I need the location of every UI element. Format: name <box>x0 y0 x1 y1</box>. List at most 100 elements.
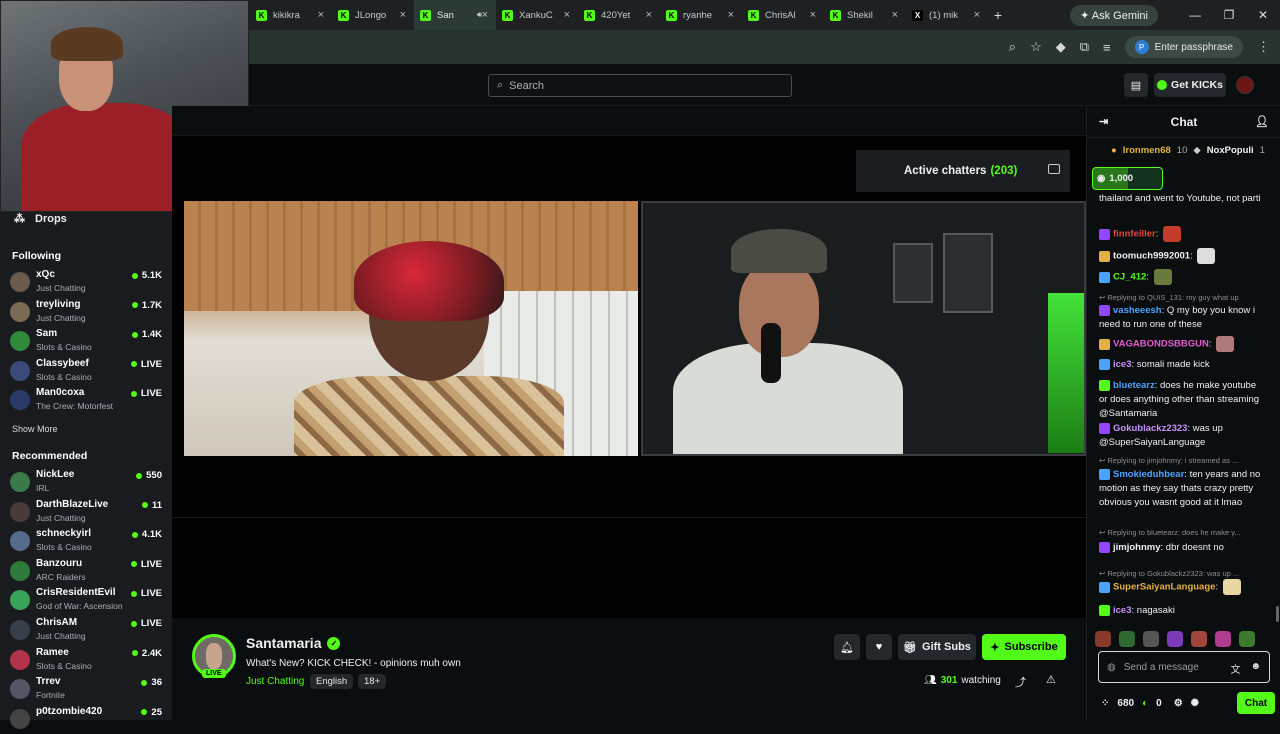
chat-colon: : <box>1155 228 1162 240</box>
sidebar-channel-chrisam[interactable]: ChrisAM Just Chatting LIVE <box>10 615 162 645</box>
chat-username[interactable]: Smokieduhbear <box>1113 469 1184 480</box>
chat-username[interactable]: vasheeesh <box>1113 305 1162 316</box>
sidebar-channel-banzouru[interactable]: Banzouru ARC Raiders LIVE <box>10 556 162 586</box>
new-tab-button[interactable]: + <box>988 7 1008 23</box>
subscribe-button[interactable]: ✦ Subscribe <box>982 634 1066 660</box>
gift-subs-button[interactable]: 🎁︎ Gift Subs <box>898 634 976 660</box>
sidebar-channel-xqc[interactable]: xQc Just Chatting 5.1K <box>10 267 162 297</box>
search-input[interactable]: ⌕ Search <box>488 74 792 97</box>
media-control-icon[interactable]: ≡ <box>1103 40 1111 55</box>
browser-tab[interactable]: X (1) mik × <box>906 0 988 30</box>
chat-username[interactable]: ice3 <box>1113 605 1132 616</box>
viewer-count-value: 2.4K <box>141 647 162 659</box>
browser-tab[interactable]: K ChrisAl × <box>742 0 824 30</box>
second-gifter-name[interactable]: NoxPopuli <box>1207 145 1254 156</box>
chat-username[interactable]: bluetearz <box>1113 380 1155 391</box>
emote[interactable] <box>1095 631 1111 647</box>
tab-close-icon[interactable]: × <box>482 9 488 21</box>
chat-username[interactable]: finnfeiller <box>1113 229 1156 240</box>
browser-tab[interactable]: K San 🔊︎ × <box>414 0 496 30</box>
emote[interactable] <box>1215 631 1231 647</box>
sidebar-channel-ramee[interactable]: Ramee Slots & Casino 2.4K <box>10 645 162 675</box>
browser-tab[interactable]: Kryanhe × <box>660 0 742 30</box>
share-icon[interactable]: ⤴ <box>1015 674 1026 690</box>
chat-message-input[interactable]: ◍ Send a message 文 ☻ <box>1098 651 1270 683</box>
chat-scrollbar[interactable] <box>1276 606 1279 622</box>
extension-diamond-icon[interactable]: ◆ <box>1056 39 1066 55</box>
emote[interactable] <box>1191 631 1207 647</box>
send-chat-button[interactable]: Chat <box>1237 692 1275 714</box>
settings-gear-icon[interactable]: ⚙ <box>1174 698 1183 709</box>
tab-close-icon[interactable]: × <box>810 9 816 21</box>
drops-link[interactable]: ⁂ Drops <box>14 212 67 226</box>
chat-tools-icon[interactable]: ✺ <box>1191 698 1199 709</box>
tab-close-icon[interactable]: × <box>892 9 898 21</box>
sidebar-channel-schneckyirl[interactable]: schneckyirl Slots & Casino 4.1K <box>10 526 162 556</box>
emoji-icon[interactable]: ☻ <box>1250 661 1261 676</box>
top-gifter-name[interactable]: Ironmen68 <box>1123 145 1171 156</box>
chat-username[interactable]: ice3 <box>1113 359 1132 370</box>
sidebar-channel-treyliving[interactable]: treyliving Just Chatting 1.7K <box>10 297 162 327</box>
channel-points[interactable]: 0 <box>1156 698 1162 709</box>
browser-tab[interactable]: K 420Yet × <box>578 0 660 30</box>
channel-name[interactable]: Santamaria <box>246 635 321 651</box>
tag-mature[interactable]: 18+ <box>358 674 387 689</box>
stream-category-link[interactable]: Just Chatting <box>246 676 304 687</box>
active-chatters-panel[interactable]: Active chatters (203) <box>856 150 1070 192</box>
kicks-goal-badge[interactable]: ◉ 1,000 <box>1092 167 1163 190</box>
browser-tab[interactable]: Kkikikra × <box>250 0 332 30</box>
chat-username[interactable]: VAGABONDSBBGUN <box>1113 339 1209 350</box>
zoom-icon[interactable]: ⌕ <box>1009 39 1016 55</box>
tab-close-icon[interactable]: × <box>974 9 980 21</box>
browser-tab[interactable]: K Shekil × <box>824 0 906 30</box>
emote[interactable] <box>1119 631 1135 647</box>
chat-username[interactable]: SuperSaiyanLanguage <box>1113 582 1215 593</box>
tab-close-icon[interactable]: × <box>564 9 570 21</box>
maximize-button[interactable]: ❐ <box>1212 8 1246 22</box>
translate-icon[interactable]: 文 <box>1230 661 1240 676</box>
avatar <box>10 708 30 729</box>
follow-button[interactable]: ♥ <box>866 634 892 660</box>
sidebar-channel-p0tzombie420[interactable]: p0tzombie420 25 <box>10 704 162 734</box>
sidebar-channel-crisresidentevil[interactable]: CrisResidentEvil God of War: Ascension LIV… <box>10 585 162 615</box>
collapse-chat-icon[interactable]: ⇥ <box>1099 115 1108 128</box>
ask-gemini-button[interactable]: ✦ Ask Gemini <box>1070 4 1158 26</box>
sidebar-channel-nicklee[interactable]: NickLee IRL 550 <box>10 467 162 497</box>
user-avatar[interactable] <box>1236 76 1254 94</box>
tab-close-icon[interactable]: × <box>728 9 734 21</box>
report-icon[interactable]: ⚠ <box>1046 673 1056 686</box>
tab-close-icon[interactable]: × <box>318 9 324 21</box>
chat-text: thailand and went to Youtube, not parti <box>1099 193 1261 204</box>
chat-username[interactable]: jimjohnmy <box>1113 542 1161 553</box>
sidebar-channel-sam[interactable]: Sam Slots & Casino 1.4K <box>10 326 162 356</box>
layout-toggle-button[interactable]: ▤ <box>1124 73 1148 97</box>
passphrase-button[interactable]: P Enter passphrase <box>1124 36 1243 58</box>
sidebar-channel-darthblazelive[interactable]: DarthBlazeLive Just Chatting 11 <box>10 497 162 527</box>
chat-users-icon[interactable]: 👤︎ <box>1255 115 1269 128</box>
channel-name: schneckyirl <box>36 528 92 540</box>
emote[interactable] <box>1167 631 1183 647</box>
tab-close-icon[interactable]: × <box>400 9 406 21</box>
chat-username[interactable]: toomuch9992001 <box>1113 251 1190 262</box>
tag-language[interactable]: English <box>310 674 354 689</box>
tab-close-icon[interactable]: × <box>646 9 652 21</box>
chat-username[interactable]: CJ_412 <box>1113 272 1146 283</box>
chat-username[interactable]: Gokublackz2323 <box>1113 423 1187 434</box>
sidebar-channel-trrev[interactable]: Trrev Fortnite 36 <box>10 674 162 704</box>
sidebar-channel-man0coxa[interactable]: Man0coxa The Crew: Motorfest LIVE <box>10 385 162 415</box>
kicks-balance[interactable]: 680 <box>1117 698 1134 709</box>
get-kicks-button[interactable]: Get KICKs <box>1154 73 1226 97</box>
browser-tab[interactable]: K XankuC × <box>496 0 578 30</box>
bookmark-star-icon[interactable]: ☆ <box>1030 39 1042 55</box>
emote[interactable] <box>1143 631 1159 647</box>
browser-menu-icon[interactable]: ⋮ <box>1257 39 1270 55</box>
emote[interactable] <box>1239 631 1255 647</box>
popout-icon[interactable] <box>1048 164 1060 174</box>
close-window-button[interactable]: ✕ <box>1246 8 1280 22</box>
sidebar-channel-classybeef[interactable]: Classybeef Slots & Casino LIVE <box>10 356 162 386</box>
minimize-button[interactable]: — <box>1178 8 1212 22</box>
browser-tab[interactable]: K JLongo × <box>332 0 414 30</box>
notifications-button[interactable]: 🔔︎ <box>834 634 860 660</box>
show-more-link[interactable]: Show More <box>12 424 58 434</box>
extensions-puzzle-icon[interactable]: ⧉ <box>1080 39 1089 55</box>
